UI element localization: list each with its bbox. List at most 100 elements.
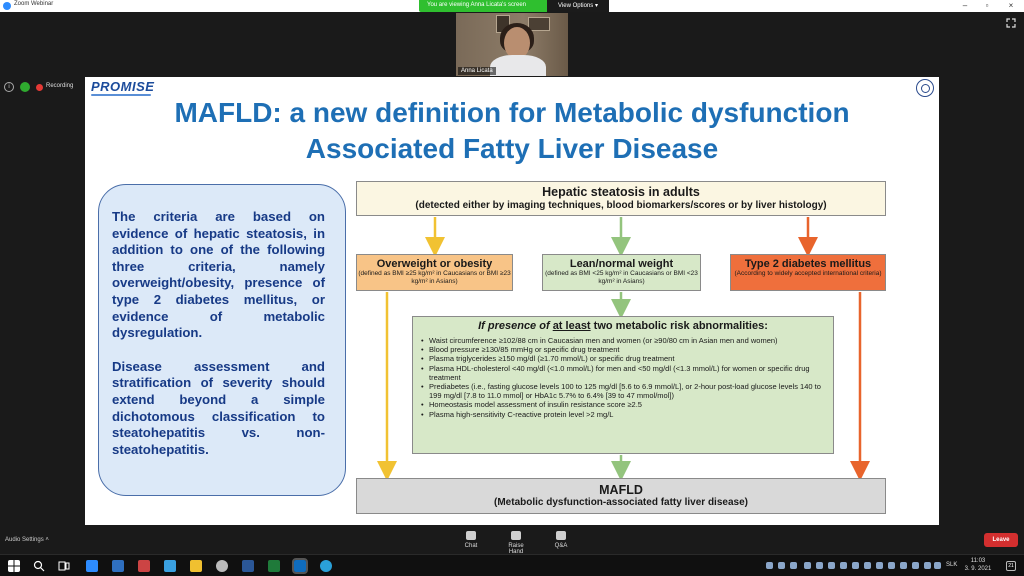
tray-icon[interactable] bbox=[852, 562, 859, 569]
metabolic-risk-box: If presence of at least two metabolic ri… bbox=[412, 316, 834, 454]
zoom-window: Zoom Webinar – ▫ × You are viewing Anna … bbox=[0, 0, 1024, 576]
lean-weight-title: Lean/normal weight bbox=[569, 258, 674, 270]
chat-label: Chat bbox=[464, 543, 478, 549]
tray-icon[interactable] bbox=[828, 562, 835, 569]
windows-start-icon[interactable] bbox=[8, 560, 20, 572]
diabetes-title: Type 2 diabetes mellitus bbox=[744, 258, 872, 270]
recording-dot-icon bbox=[36, 84, 43, 91]
volume-icon[interactable] bbox=[924, 562, 931, 569]
diabetes-subtitle: (According to widely accepted internatio… bbox=[734, 270, 882, 277]
overweight-title: Overweight or obesity bbox=[376, 258, 493, 270]
search-icon[interactable] bbox=[33, 560, 45, 572]
tray-icon[interactable] bbox=[888, 562, 895, 569]
list-item: Waist circumference ≥102/88 cm in Caucas… bbox=[421, 336, 825, 345]
participant-video[interactable]: Anna Licata bbox=[456, 13, 568, 76]
tray-icon[interactable] bbox=[900, 562, 907, 569]
leave-button[interactable]: Leave bbox=[984, 533, 1018, 547]
list-item: Prediabetes (i.e., fasting glucose level… bbox=[421, 382, 825, 400]
heading-rest: two metabolic risk abnormalities: bbox=[593, 320, 768, 332]
wifi-icon[interactable] bbox=[912, 562, 919, 569]
shared-slide: PROMISE MAFLD: a new definition for Meta… bbox=[85, 77, 939, 525]
mafld-box: MAFLD (Metabolic dysfunction-associated … bbox=[356, 478, 886, 514]
overweight-box: Overweight or obesity (defined as BMI ≥2… bbox=[356, 254, 513, 291]
diabetes-box: Type 2 diabetes mellitus (According to w… bbox=[730, 254, 886, 291]
taskbar-clock[interactable]: 11:03 3. 9. 2021 bbox=[963, 557, 993, 573]
bluetooth-icon[interactable] bbox=[816, 562, 823, 569]
heading-at-least: at least bbox=[552, 320, 591, 332]
promise-logo: PROMISE bbox=[91, 79, 155, 96]
hepatic-steatosis-title: Hepatic steatosis in adults bbox=[542, 185, 700, 199]
overweight-subtitle: (defined as BMI ≥25 kg/m² in Caucasians … bbox=[358, 270, 511, 285]
window-title: Zoom Webinar bbox=[14, 1, 54, 7]
word-icon[interactable] bbox=[242, 560, 254, 572]
zoom-taskbar-icon[interactable] bbox=[86, 560, 98, 572]
zoom-app-icon bbox=[3, 2, 11, 10]
audio-settings-button[interactable]: Audio Settings ˄ bbox=[5, 537, 49, 543]
excel-icon[interactable] bbox=[268, 560, 280, 572]
qa-button[interactable]: Q&A bbox=[546, 531, 576, 549]
list-item: Plasma HDL-cholesterol <40 mg/dl (<1.0 m… bbox=[421, 364, 825, 382]
lean-weight-subtitle: (defined as BMI <25 kg/m² in Caucasians … bbox=[545, 270, 698, 285]
chat-icon bbox=[466, 531, 476, 540]
view-options-label: View Options bbox=[558, 3, 594, 9]
edge-browser-icon[interactable] bbox=[320, 560, 332, 572]
tray-icon[interactable] bbox=[766, 562, 773, 569]
clock-time: 11:03 bbox=[970, 558, 986, 564]
slide-title-line2: Associated Fatty Liver Disease bbox=[305, 133, 719, 164]
hand-icon bbox=[511, 531, 521, 540]
task-view-icon[interactable] bbox=[58, 560, 70, 572]
share-banner-text: You are viewing Anna Licata's screen bbox=[427, 2, 526, 8]
slide-title-line1: MAFLD: a new definition for Metabolic dy… bbox=[174, 97, 850, 128]
logo-text: PROMISE bbox=[91, 79, 155, 94]
qa-icon bbox=[556, 531, 566, 540]
lean-weight-box: Lean/normal weight (defined as BMI <25 k… bbox=[542, 254, 701, 291]
app-taskbar-icon[interactable] bbox=[138, 560, 150, 572]
security-shield-icon[interactable] bbox=[20, 82, 30, 92]
metabolic-risk-heading: If presence of at least two metabolic ri… bbox=[421, 320, 825, 332]
hepatic-steatosis-box: Hepatic steatosis in adults (detected ei… bbox=[356, 181, 886, 216]
mafld-title: MAFLD bbox=[599, 483, 643, 497]
heading-if: If presence of bbox=[478, 320, 550, 332]
windows-taskbar: SLK 11:03 3. 9. 2021 21 bbox=[0, 554, 1024, 576]
clock-date: 3. 9. 2021 bbox=[964, 566, 992, 572]
tray-icon[interactable] bbox=[804, 562, 811, 569]
fullscreen-icon[interactable] bbox=[1006, 18, 1016, 28]
criteria-paragraph-2: Disease assessment and stratification of… bbox=[112, 358, 325, 457]
mail-taskbar-icon[interactable] bbox=[112, 560, 124, 572]
criteria-description-box: The criteria are based on evidence of he… bbox=[98, 184, 346, 496]
metabolic-risk-list: Waist circumference ≥102/88 cm in Caucas… bbox=[421, 336, 825, 419]
chat-button[interactable]: Chat bbox=[456, 531, 486, 549]
battery-icon[interactable] bbox=[934, 562, 941, 569]
tray-icon[interactable] bbox=[840, 562, 847, 569]
recording-label: Recording bbox=[46, 83, 74, 89]
tray-icon[interactable] bbox=[778, 562, 785, 569]
list-item: Plasma triglycerides ≥150 mg/dl (≥1.70 m… bbox=[421, 354, 825, 363]
info-icon[interactable]: i bbox=[4, 82, 14, 92]
audio-settings-label: Audio Settings bbox=[5, 537, 44, 543]
close-icon[interactable]: × bbox=[1004, 0, 1018, 12]
minimize-icon[interactable]: – bbox=[958, 0, 972, 12]
settings-gear-icon[interactable] bbox=[216, 560, 228, 572]
view-options-button[interactable]: View Options ▾ bbox=[547, 0, 609, 12]
qa-label: Q&A bbox=[554, 543, 568, 549]
list-item: Plasma high-sensitivity C-reactive prote… bbox=[421, 410, 825, 419]
list-item: Blood pressure ≥130/85 mmHg or specific … bbox=[421, 345, 825, 354]
raise-hand-button[interactable]: Raise Hand bbox=[501, 531, 531, 555]
outlook-icon[interactable] bbox=[292, 558, 308, 574]
mafld-subtitle: (Metabolic dysfunction-associated fatty … bbox=[494, 497, 748, 508]
list-item: Homeostasis model assessment of insulin … bbox=[421, 400, 825, 409]
tray-icon[interactable] bbox=[790, 562, 797, 569]
file-explorer-icon[interactable] bbox=[190, 560, 202, 572]
screen-share-banner: You are viewing Anna Licata's screen Vie… bbox=[419, 0, 609, 12]
tray-icon[interactable] bbox=[864, 562, 871, 569]
slide-title: MAFLD: a new definition for Metabolic dy… bbox=[85, 95, 939, 167]
app-taskbar-icon[interactable] bbox=[164, 560, 176, 572]
language-indicator[interactable]: SLK bbox=[946, 562, 957, 568]
hepatic-steatosis-subtitle: (detected either by imaging techniques, … bbox=[415, 200, 827, 211]
notification-center-icon[interactable]: 21 bbox=[1006, 561, 1016, 571]
tray-icon[interactable] bbox=[876, 562, 883, 569]
criteria-paragraph-1: The criteria are based on evidence of he… bbox=[112, 209, 325, 341]
participant-name: Anna Licata bbox=[458, 67, 496, 75]
participant-body bbox=[490, 55, 546, 76]
maximize-icon[interactable]: ▫ bbox=[980, 0, 994, 12]
